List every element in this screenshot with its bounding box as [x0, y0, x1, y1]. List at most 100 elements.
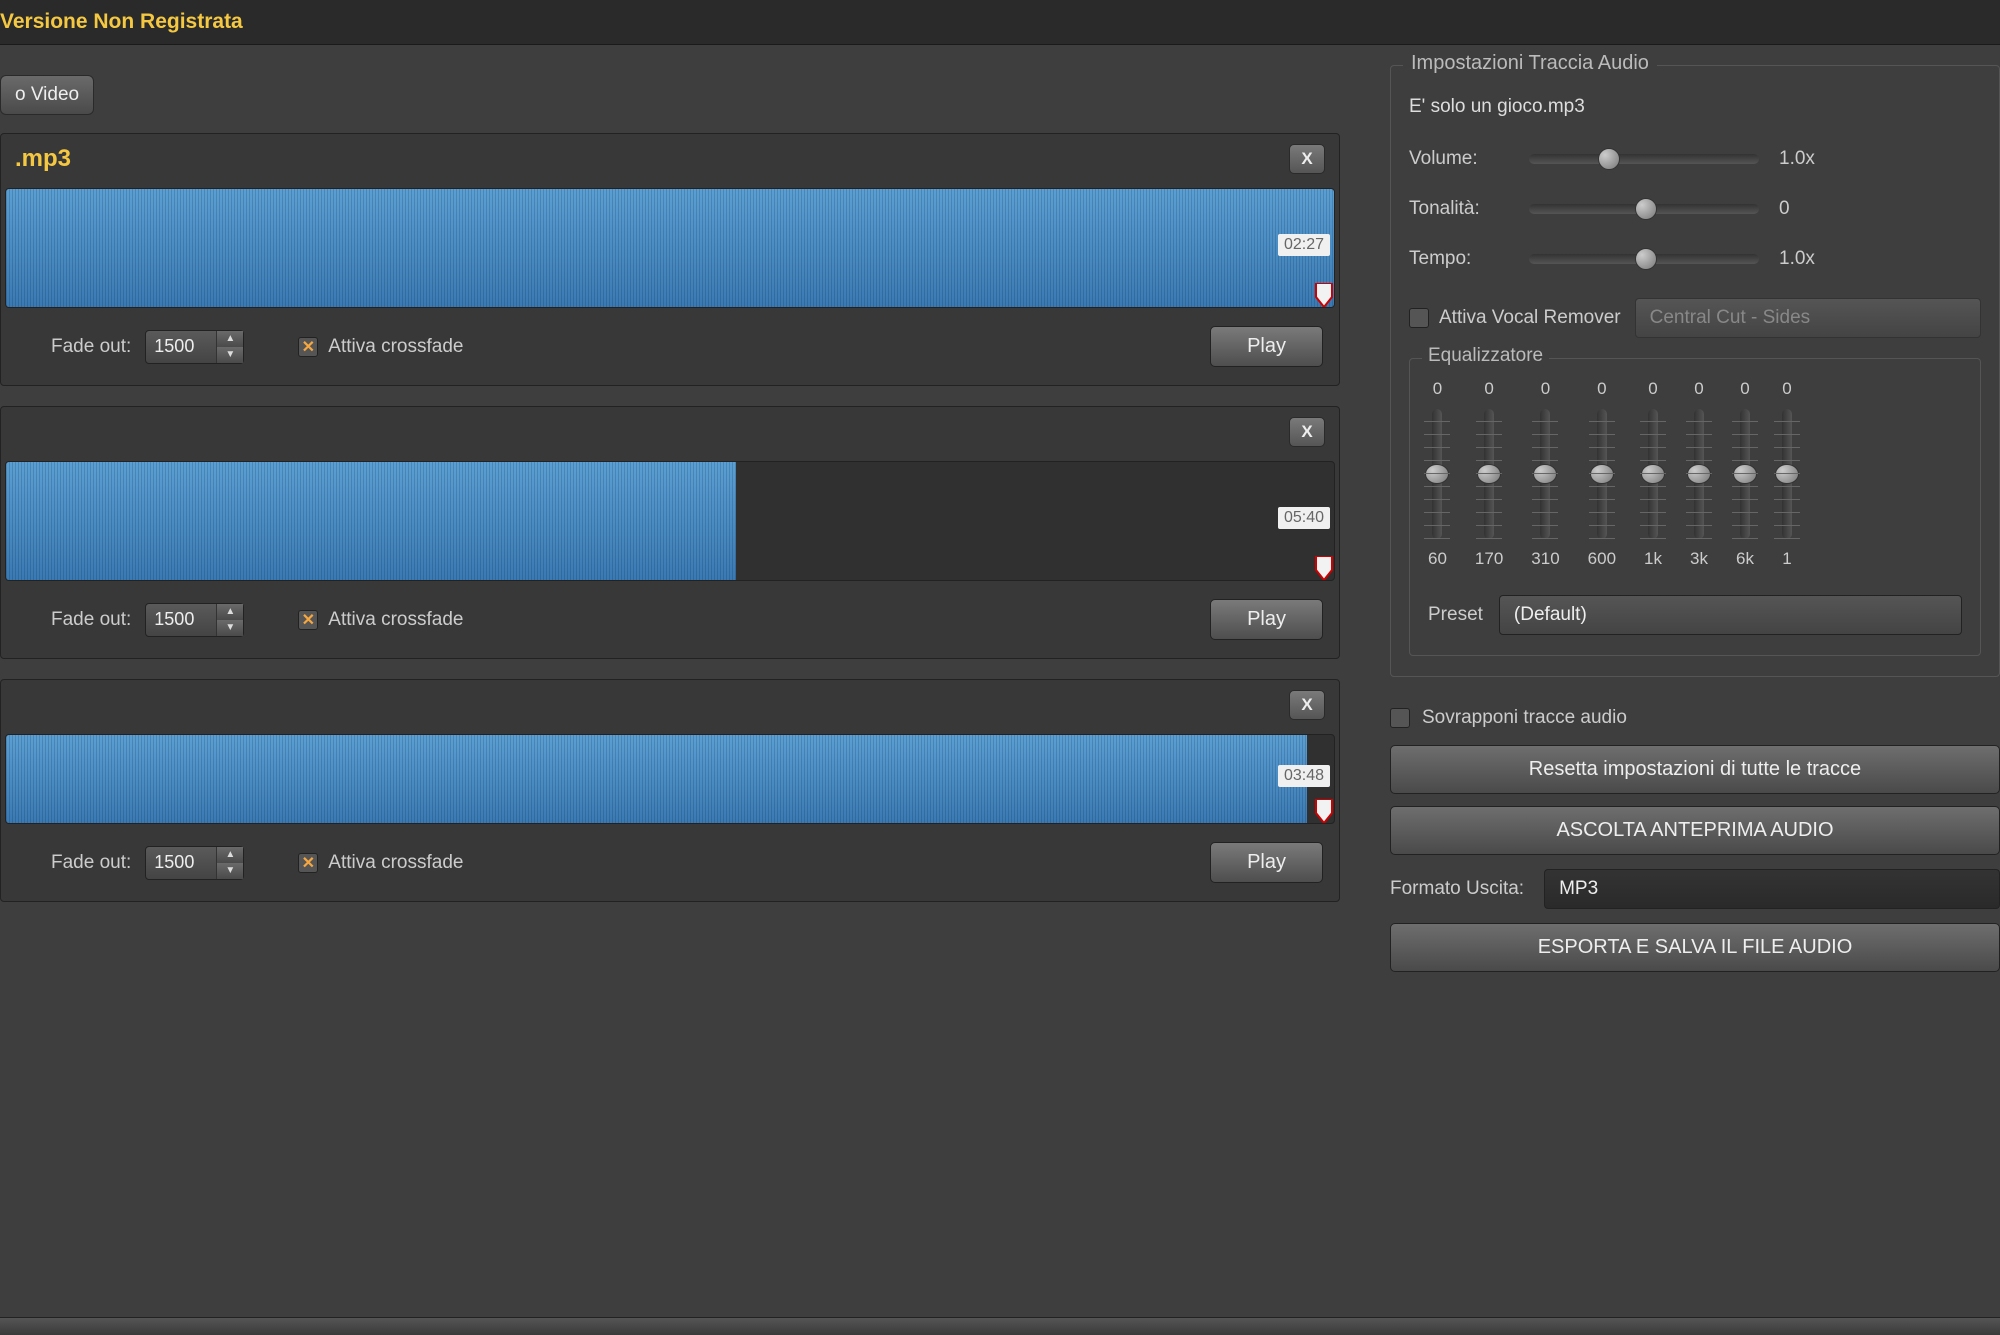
left-panel: o Video .mp3 X 02:27 Fade out: ▲	[0, 45, 1370, 1320]
equalizer-title: Equalizzatore	[1422, 345, 1549, 367]
slider-thumb-icon[interactable]	[1641, 464, 1665, 484]
eq-band-60: 0 60	[1428, 379, 1447, 569]
fade-out-input[interactable]: ▲ ▼	[145, 603, 244, 637]
slider-thumb-icon[interactable]	[1635, 198, 1657, 220]
track-title: .mp3	[15, 145, 1289, 173]
reset-button[interactable]: Resetta impostazioni di tutte le tracce	[1390, 745, 2000, 794]
slider-thumb-icon[interactable]	[1590, 464, 1614, 484]
right-panel: Impostazioni Traccia Audio E' solo un gi…	[1370, 45, 2000, 1320]
eq-slider[interactable]	[1694, 409, 1704, 539]
selected-filename: E' solo un gioco.mp3	[1409, 96, 1981, 118]
checkbox-empty-icon: ✕	[1409, 308, 1429, 328]
slider-thumb-icon[interactable]	[1733, 464, 1757, 484]
fade-out-field[interactable]	[146, 604, 216, 636]
tempo-slider[interactable]	[1529, 254, 1759, 264]
eq-band-6k: 0 6k	[1736, 379, 1754, 569]
equalizer-group: Equalizzatore 0 60 0 170 0	[1409, 358, 1981, 656]
end-marker-icon[interactable]	[1314, 283, 1334, 307]
waveform-time: 02:27	[1278, 234, 1330, 256]
close-track-button[interactable]: X	[1289, 417, 1325, 447]
crossfade-label: Attiva crossfade	[328, 852, 463, 874]
eq-slider[interactable]	[1484, 409, 1494, 539]
fade-out-input[interactable]: ▲ ▼	[145, 330, 244, 364]
format-select[interactable]: MP3	[1544, 869, 2000, 909]
title-bar: Versione Non Registrata	[0, 0, 2000, 45]
fade-out-field[interactable]	[146, 847, 216, 879]
fade-out-label: Fade out:	[51, 852, 131, 874]
eq-value: 0	[1597, 379, 1606, 399]
overlap-checkbox[interactable]: Sovrapponi tracce audio	[1390, 707, 2000, 729]
eq-slider[interactable]	[1648, 409, 1658, 539]
slider-thumb-icon[interactable]	[1775, 464, 1799, 484]
eq-value: 0	[1782, 379, 1791, 399]
slider-thumb-icon[interactable]	[1687, 464, 1711, 484]
slider-thumb-icon[interactable]	[1635, 248, 1657, 270]
spinner-down-icon[interactable]: ▼	[217, 620, 243, 636]
track-controls: Fade out: ▲ ▼ ✕ Attiva crossfade Play	[1, 312, 1339, 385]
spinner-up-icon[interactable]: ▲	[217, 604, 243, 620]
slider-thumb-icon[interactable]	[1598, 148, 1620, 170]
waveform[interactable]: 05:40	[5, 461, 1335, 581]
eq-band-label: 600	[1588, 549, 1616, 569]
volume-row: Volume: 1.0x	[1409, 148, 1981, 170]
play-button[interactable]: Play	[1210, 599, 1323, 640]
preview-button[interactable]: ASCOLTA ANTEPRIMA AUDIO	[1390, 806, 2000, 855]
eq-band-600: 0 600	[1588, 379, 1616, 569]
tone-label: Tonalità:	[1409, 198, 1509, 220]
add-video-button[interactable]: o Video	[0, 75, 94, 115]
waveform[interactable]: 02:27	[5, 188, 1335, 308]
end-marker-icon[interactable]	[1314, 799, 1334, 823]
slider-thumb-icon[interactable]	[1477, 464, 1501, 484]
waveform-fill	[6, 462, 736, 580]
slider-thumb-icon[interactable]	[1425, 464, 1449, 484]
track-header: .mp3 X	[1, 134, 1339, 184]
preset-row: Preset (Default)	[1428, 595, 1962, 635]
tone-slider[interactable]	[1529, 204, 1759, 214]
waveform-fill	[6, 189, 1334, 307]
crossfade-checkbox[interactable]: ✕ Attiva crossfade	[298, 609, 463, 631]
fade-out-input[interactable]: ▲ ▼	[145, 846, 244, 880]
track: X 03:48 Fade out: ▲ ▼ ✕	[0, 679, 1340, 902]
slider-thumb-icon[interactable]	[1533, 464, 1557, 484]
status-bar	[0, 1317, 2000, 1335]
eq-slider[interactable]	[1782, 409, 1792, 539]
spinner-up-icon[interactable]: ▲	[217, 847, 243, 863]
close-track-button[interactable]: X	[1289, 144, 1325, 174]
volume-slider[interactable]	[1529, 154, 1759, 164]
track-header: X	[1, 680, 1339, 730]
crossfade-checkbox[interactable]: ✕ Attiva crossfade	[298, 852, 463, 874]
crossfade-label: Attiva crossfade	[328, 609, 463, 631]
end-marker-icon[interactable]	[1314, 556, 1334, 580]
waveform-fill	[6, 735, 1307, 823]
spinner-down-icon[interactable]: ▼	[217, 347, 243, 363]
eq-slider[interactable]	[1597, 409, 1607, 539]
spinner-up-icon[interactable]: ▲	[217, 331, 243, 347]
export-button[interactable]: ESPORTA E SALVA IL FILE AUDIO	[1390, 923, 2000, 972]
waveform[interactable]: 03:48	[5, 734, 1335, 824]
eq-band-label: 3k	[1690, 549, 1708, 569]
tempo-label: Tempo:	[1409, 248, 1509, 270]
eq-slider[interactable]	[1540, 409, 1550, 539]
eq-slider[interactable]	[1740, 409, 1750, 539]
eq-value: 0	[1648, 379, 1657, 399]
spinner-down-icon[interactable]: ▼	[217, 863, 243, 879]
play-button[interactable]: Play	[1210, 842, 1323, 883]
eq-value: 0	[1694, 379, 1703, 399]
eq-band-1k: 0 1k	[1644, 379, 1662, 569]
vocal-mode-select[interactable]: Central Cut - Sides	[1635, 298, 1981, 338]
eq-slider[interactable]	[1432, 409, 1442, 539]
preset-label: Preset	[1428, 604, 1483, 626]
close-track-button[interactable]: X	[1289, 690, 1325, 720]
eq-value: 0	[1484, 379, 1493, 399]
preset-select[interactable]: (Default)	[1499, 595, 1962, 635]
waveform-time: 03:48	[1278, 765, 1330, 787]
fade-out-label: Fade out:	[51, 336, 131, 358]
crossfade-checkbox[interactable]: ✕ Attiva crossfade	[298, 336, 463, 358]
play-button[interactable]: Play	[1210, 326, 1323, 367]
vocal-remover-checkbox[interactable]: ✕ Attiva Vocal Remover	[1409, 307, 1621, 329]
fade-out-field[interactable]	[146, 331, 216, 363]
eq-band-label: 60	[1428, 549, 1447, 569]
eq-band-label: 6k	[1736, 549, 1754, 569]
vocal-remover-label: Attiva Vocal Remover	[1439, 307, 1621, 329]
volume-label: Volume:	[1409, 148, 1509, 170]
